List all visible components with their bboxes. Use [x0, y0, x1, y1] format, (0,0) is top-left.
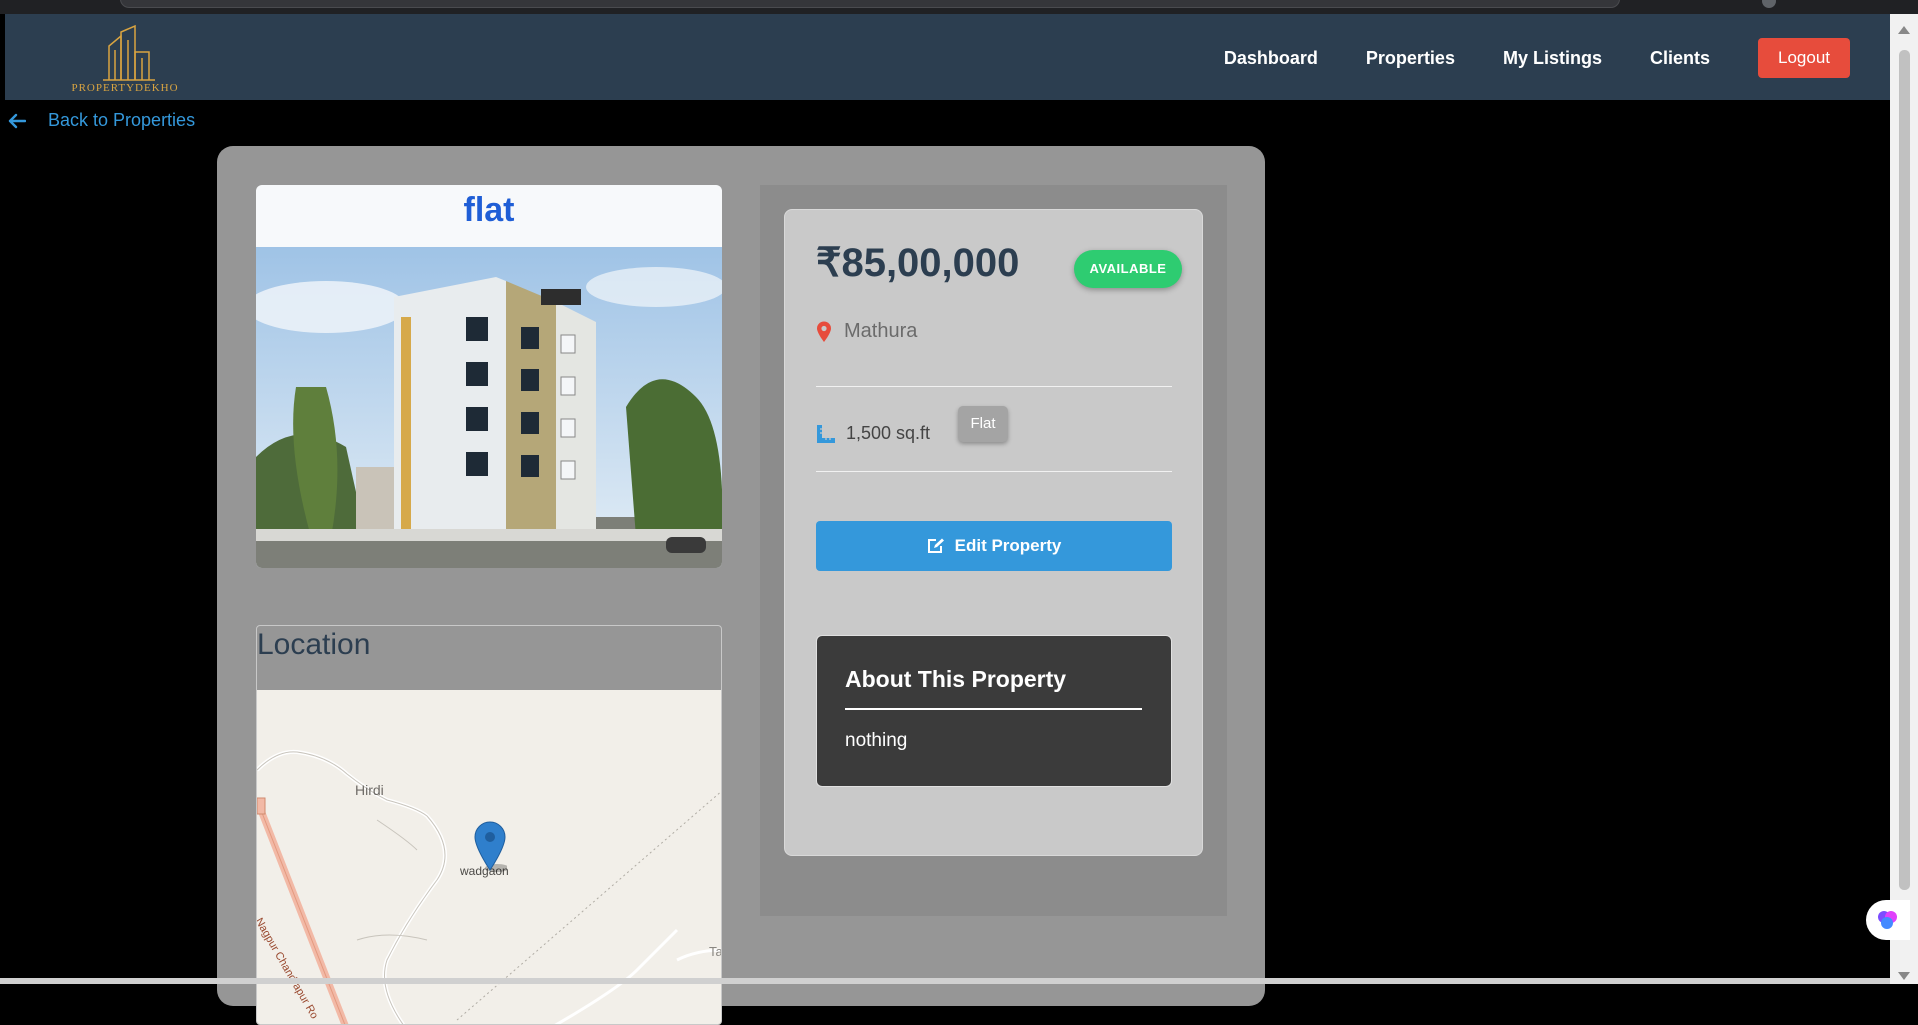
page-scrollbar[interactable]	[1890, 14, 1918, 984]
brain-icon	[1878, 911, 1897, 929]
location-heading: Location	[257, 628, 371, 661]
back-arrow-icon	[8, 113, 26, 128]
assistant-widget[interactable]	[1866, 900, 1910, 940]
property-price: ₹85,00,000	[816, 241, 1020, 285]
back-link-label: Back to Properties	[48, 110, 196, 130]
location-map[interactable]: Hirdi wadgaon Nagpur Chandrapur Ro Ta	[257, 690, 722, 1024]
property-image-card: flat	[256, 185, 722, 568]
map-marker-icon[interactable]	[473, 820, 507, 872]
back-to-properties-link[interactable]: Back to Properties	[8, 110, 195, 131]
brand-logo[interactable]: PROPERTYDEKHO	[57, 22, 197, 98]
divider-bottom	[816, 471, 1172, 472]
property-area: 1,500 sq.ft	[846, 423, 931, 443]
property-description: nothing	[845, 730, 908, 751]
details-card: ₹85,00,000 AVAILABLE Mathura 1,500 sq.ft…	[784, 209, 1203, 856]
status-badge: AVAILABLE	[1074, 250, 1182, 288]
edit-icon	[927, 538, 944, 553]
building-logo-icon	[103, 24, 155, 81]
scroll-up-arrow-icon[interactable]	[1898, 26, 1910, 34]
bottom-edge	[0, 978, 1890, 984]
nav-properties[interactable]: Properties	[1366, 48, 1455, 69]
about-card: About This Property nothing	[816, 635, 1172, 787]
address-bar[interactable]	[120, 0, 1620, 8]
map-label-edge: Ta	[709, 944, 722, 959]
nav-links: Dashboard Properties My Listings Clients…	[1176, 38, 1850, 78]
browser-chrome	[0, 0, 1918, 14]
brand-name: PROPERTYDEKHO	[71, 82, 179, 94]
property-detail-card: flat Location Hirdi wadgaon Nagpur Chand…	[217, 146, 1265, 1025]
nav-clients[interactable]: Clients	[1650, 48, 1710, 69]
divider-top	[816, 386, 1172, 387]
area-row: 1,500 sq.ft	[816, 423, 930, 444]
about-underline	[845, 708, 1142, 710]
edit-property-button[interactable]: Edit Property	[816, 521, 1172, 571]
navbar: PROPERTYDEKHO Dashboard Properties My Li…	[5, 14, 1890, 100]
edit-property-label: Edit Property	[954, 536, 1062, 555]
location-row: Mathura	[816, 320, 917, 343]
property-title: flat	[463, 191, 515, 229]
property-type-badge: Flat	[958, 406, 1008, 442]
about-title: About This Property	[845, 666, 1067, 692]
logout-button[interactable]: Logout	[1758, 38, 1850, 78]
details-panel: ₹85,00,000 AVAILABLE Mathura 1,500 sq.ft…	[760, 185, 1227, 916]
map-label-hirdi: Hirdi	[355, 782, 384, 798]
ruler-icon	[817, 424, 835, 443]
location-card: Location Hirdi wadgaon Nagpur Chandrapur…	[256, 625, 722, 1025]
browser-avatar[interactable]	[1762, 0, 1776, 8]
property-location: Mathura	[844, 320, 918, 342]
map-pin-icon	[817, 321, 831, 342]
scrollbar-thumb[interactable]	[1899, 50, 1910, 890]
scroll-down-arrow-icon[interactable]	[1898, 972, 1910, 980]
nav-my-listings[interactable]: My Listings	[1503, 48, 1602, 69]
property-photo[interactable]	[256, 247, 722, 568]
nav-dashboard[interactable]: Dashboard	[1224, 48, 1318, 69]
